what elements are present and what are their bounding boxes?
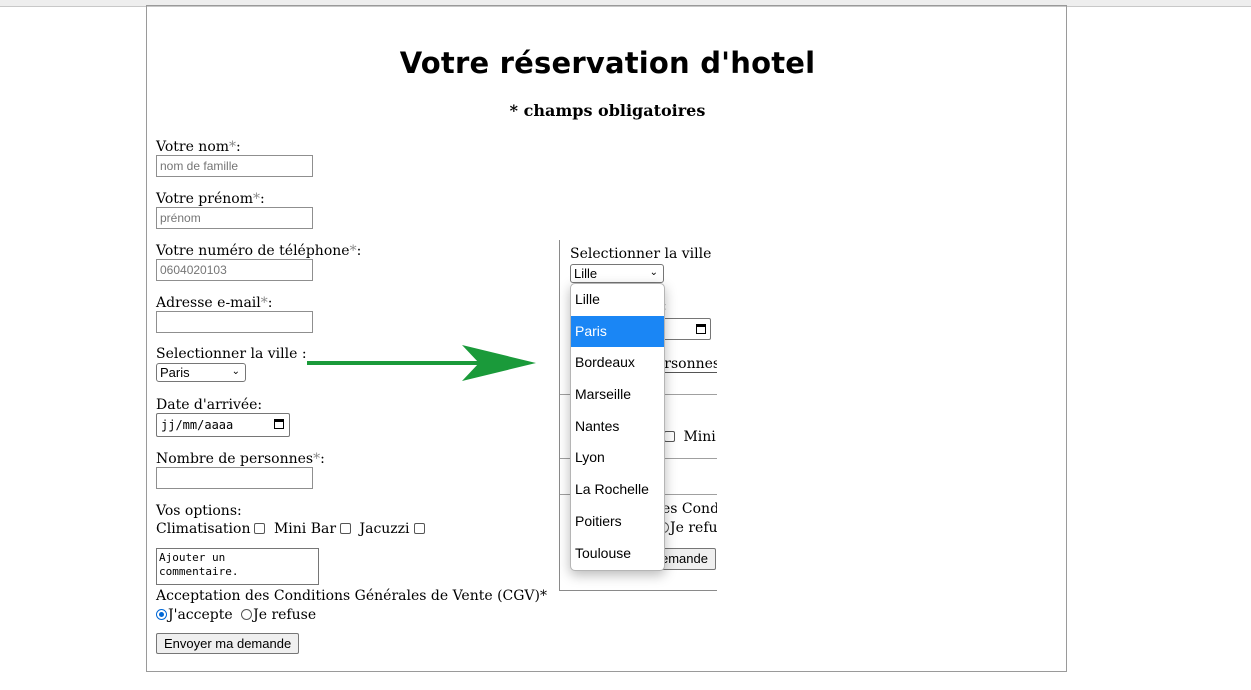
cgv-radio-row: J'accepte Je refuse	[156, 607, 316, 623]
city-option[interactable]: Lille	[571, 284, 664, 316]
accept-label: J'accepte	[168, 607, 233, 623]
cgv-label: Acceptation des Conditions Générales de …	[156, 588, 547, 604]
page-title: Votre réservation d'hotel	[399, 46, 816, 80]
zoom-ville-select[interactable]: Lille ⌄	[570, 264, 664, 283]
city-option[interactable]: Marseille	[571, 379, 664, 411]
city-option[interactable]: Lyon	[571, 442, 664, 474]
city-option[interactable]: Bordeaux	[571, 347, 664, 379]
city-option[interactable]: Nantes	[571, 411, 664, 443]
calendar-icon[interactable]	[696, 324, 706, 334]
nom-input[interactable]: nom de famille	[156, 155, 313, 177]
date-placeholder: jj/mm/aaaa	[161, 418, 234, 432]
submit-button[interactable]: Envoyer ma demande	[156, 633, 300, 654]
options-row: Climatisation Mini Bar Jacuzzi	[156, 521, 429, 537]
option-minibar-label: Mini Bar	[273, 521, 337, 537]
refuse-label: Je refuse	[253, 607, 317, 623]
refuse-radio[interactable]	[241, 609, 253, 620]
calendar-icon[interactable]	[274, 419, 284, 429]
city-option-highlighted[interactable]: Paris	[571, 315, 664, 348]
chevron-down-icon: ⌄	[649, 267, 658, 278]
date-label: Date d'arrivée:	[156, 397, 263, 413]
city-option[interactable]: La Rochelle	[571, 474, 664, 506]
zoom-refuse-row: Je refus	[658, 520, 717, 536]
city-option[interactable]: Toulouse	[571, 538, 664, 570]
telephone-input[interactable]: 0604020103	[156, 259, 313, 281]
email-label: Adresse e-mail*:	[156, 295, 273, 311]
city-option[interactable]: Poitiers	[571, 506, 664, 538]
minibar-checkbox[interactable]	[340, 523, 352, 534]
green-arrow-icon	[307, 345, 536, 381]
zoom-mini-row: Mini	[664, 429, 716, 445]
ville-select[interactable]: Paris ⌄	[156, 363, 246, 382]
nom-label: Votre nom*:	[156, 139, 241, 155]
chevron-down-icon: ⌄	[231, 366, 240, 377]
zoom-minibar-checkbox[interactable]	[664, 431, 675, 442]
ville-label: Selectionner la ville :	[156, 346, 307, 362]
email-input[interactable]	[156, 311, 313, 333]
date-input[interactable]: jj/mm/aaaa	[156, 413, 290, 437]
prenom-label: Votre prénom*:	[156, 191, 265, 207]
jacuzzi-checkbox[interactable]	[413, 523, 425, 534]
zoom-conditions-fragment: es Condi	[662, 501, 717, 517]
comment-textarea[interactable]: Ajouter un commentaire.	[156, 548, 319, 585]
personnes-label: Nombre de personnes*:	[156, 451, 325, 467]
city-dropdown-list[interactable]: Lille Paris Bordeaux Marseille Nantes Ly…	[570, 283, 665, 571]
climatisation-checkbox[interactable]	[254, 523, 266, 534]
personnes-input[interactable]	[156, 467, 313, 489]
ville-select-value: Paris	[160, 365, 190, 380]
prenom-input[interactable]: prénom	[156, 207, 313, 229]
options-label: Vos options:	[156, 503, 242, 519]
accept-radio[interactable]	[156, 609, 167, 620]
zoom-ville-select-value: Lille	[574, 266, 598, 281]
option-jacuzzi-label: Jacuzzi	[359, 521, 410, 537]
telephone-label: Votre numéro de téléphone*:	[156, 243, 362, 259]
option-climatisation-label: Climatisation	[156, 521, 251, 537]
required-note: * champs obligatoires	[509, 101, 706, 120]
zoom-personnes-fragment: ersonnes	[656, 356, 717, 373]
